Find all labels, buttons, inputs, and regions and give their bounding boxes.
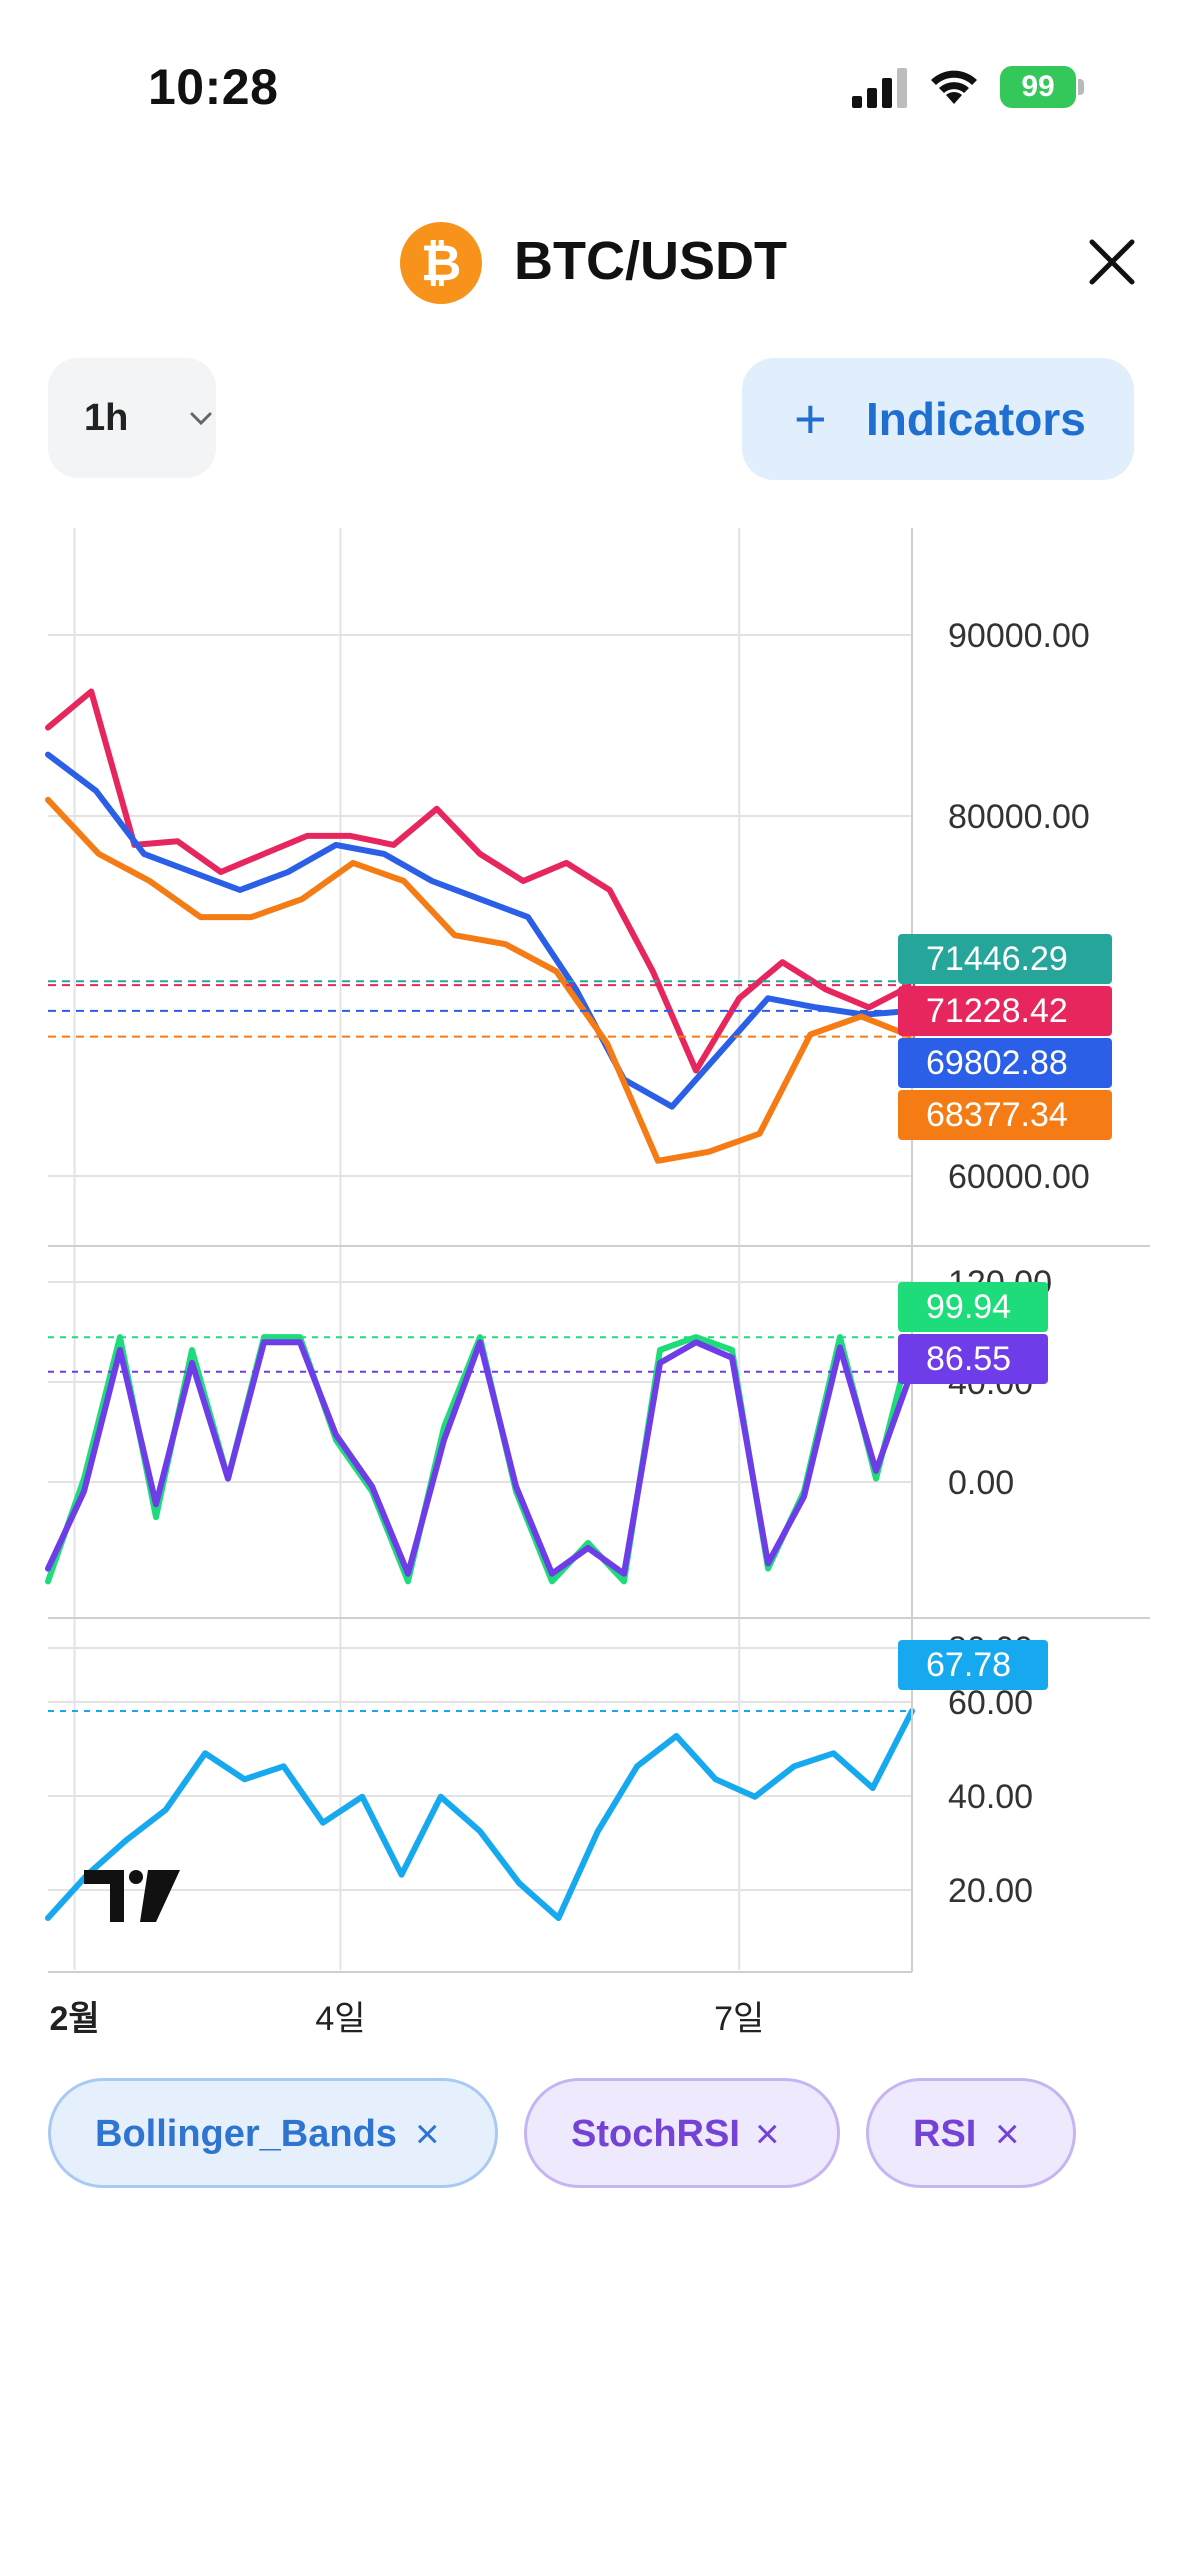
y-tick-label: 0.00 <box>948 1464 1014 1502</box>
y-tick-label: 40.00 <box>948 1778 1033 1816</box>
battery-tip <box>1078 79 1084 95</box>
lower-band-label: 68377.34 <box>898 1090 1112 1140</box>
rsi-value-label: 67.78 <box>898 1640 1048 1690</box>
header: ₿ BTC/USDT <box>0 200 1179 320</box>
series-line-d <box>45 1339 915 1577</box>
y-tick-label: 60000.00 <box>948 1158 1090 1196</box>
series-line-middle <box>45 751 915 1110</box>
chip-label: RSI <box>913 2113 977 2155</box>
pair-title: BTC/USDT <box>514 231 787 291</box>
chip-stochrsi[interactable]: StochRSI × <box>524 2078 840 2188</box>
cellular-signal-icon <box>852 68 907 108</box>
remove-icon[interactable]: × <box>995 2081 1020 2187</box>
chip-rsi[interactable]: RSI × <box>866 2078 1076 2188</box>
chart-canvas: 2월4일7일90000.0080000.0060000.00120.0040.0… <box>45 528 1150 2038</box>
y-tick-label: 20.00 <box>948 1872 1033 1910</box>
interval-select[interactable]: 1h <box>48 358 216 478</box>
plus-icon: + <box>794 387 827 450</box>
stoch-k-label: 99.94 <box>898 1282 1048 1332</box>
upper-band-label: 71228.42 <box>898 986 1112 1036</box>
add-indicators-button[interactable]: + Indicators <box>742 358 1134 480</box>
series-line-k <box>45 1334 915 1585</box>
x-tick-label: 4일 <box>315 2000 365 2038</box>
interval-value: 1h <box>84 397 129 439</box>
bitcoin-logo-icon: ₿ <box>400 222 482 304</box>
x-tick-label: 2월 <box>49 2000 99 2038</box>
wifi-icon <box>931 70 977 104</box>
tradingview-logo-icon <box>84 1870 180 1922</box>
stoch-d-label: 86.55 <box>898 1334 1048 1384</box>
trading-chart[interactable]: 2월4일7일90000.0080000.0060000.00120.0040.0… <box>0 520 1179 2040</box>
y-tick-label: 90000.00 <box>948 617 1090 655</box>
chevron-down-icon <box>190 412 212 426</box>
status-time: 10:28 <box>148 59 279 115</box>
x-tick-label: 7일 <box>714 2000 764 2038</box>
indicators-label: Indicators <box>866 393 1086 445</box>
indicator-chips: Bollinger_Bands × StochRSI × RSI × <box>0 2078 1179 2190</box>
chip-label: StochRSI <box>571 2113 740 2155</box>
middle-band-label: 69802.88 <box>898 1038 1112 1088</box>
y-tick-label: 80000.00 <box>948 798 1090 836</box>
close-button[interactable] <box>1084 234 1140 290</box>
chip-label: Bollinger_Bands <box>95 2113 397 2155</box>
remove-icon[interactable]: × <box>415 2081 440 2187</box>
series-line-upper <box>45 688 915 1074</box>
chip-bollinger-bands[interactable]: Bollinger_Bands × <box>48 2078 498 2188</box>
battery-level: 99 <box>1000 66 1076 108</box>
last-price-label: 71446.29 <box>898 934 1112 984</box>
remove-icon[interactable]: × <box>755 2081 780 2187</box>
status-bar: 10:28 99 <box>0 0 1179 170</box>
battery-icon: 99 <box>1000 66 1084 108</box>
